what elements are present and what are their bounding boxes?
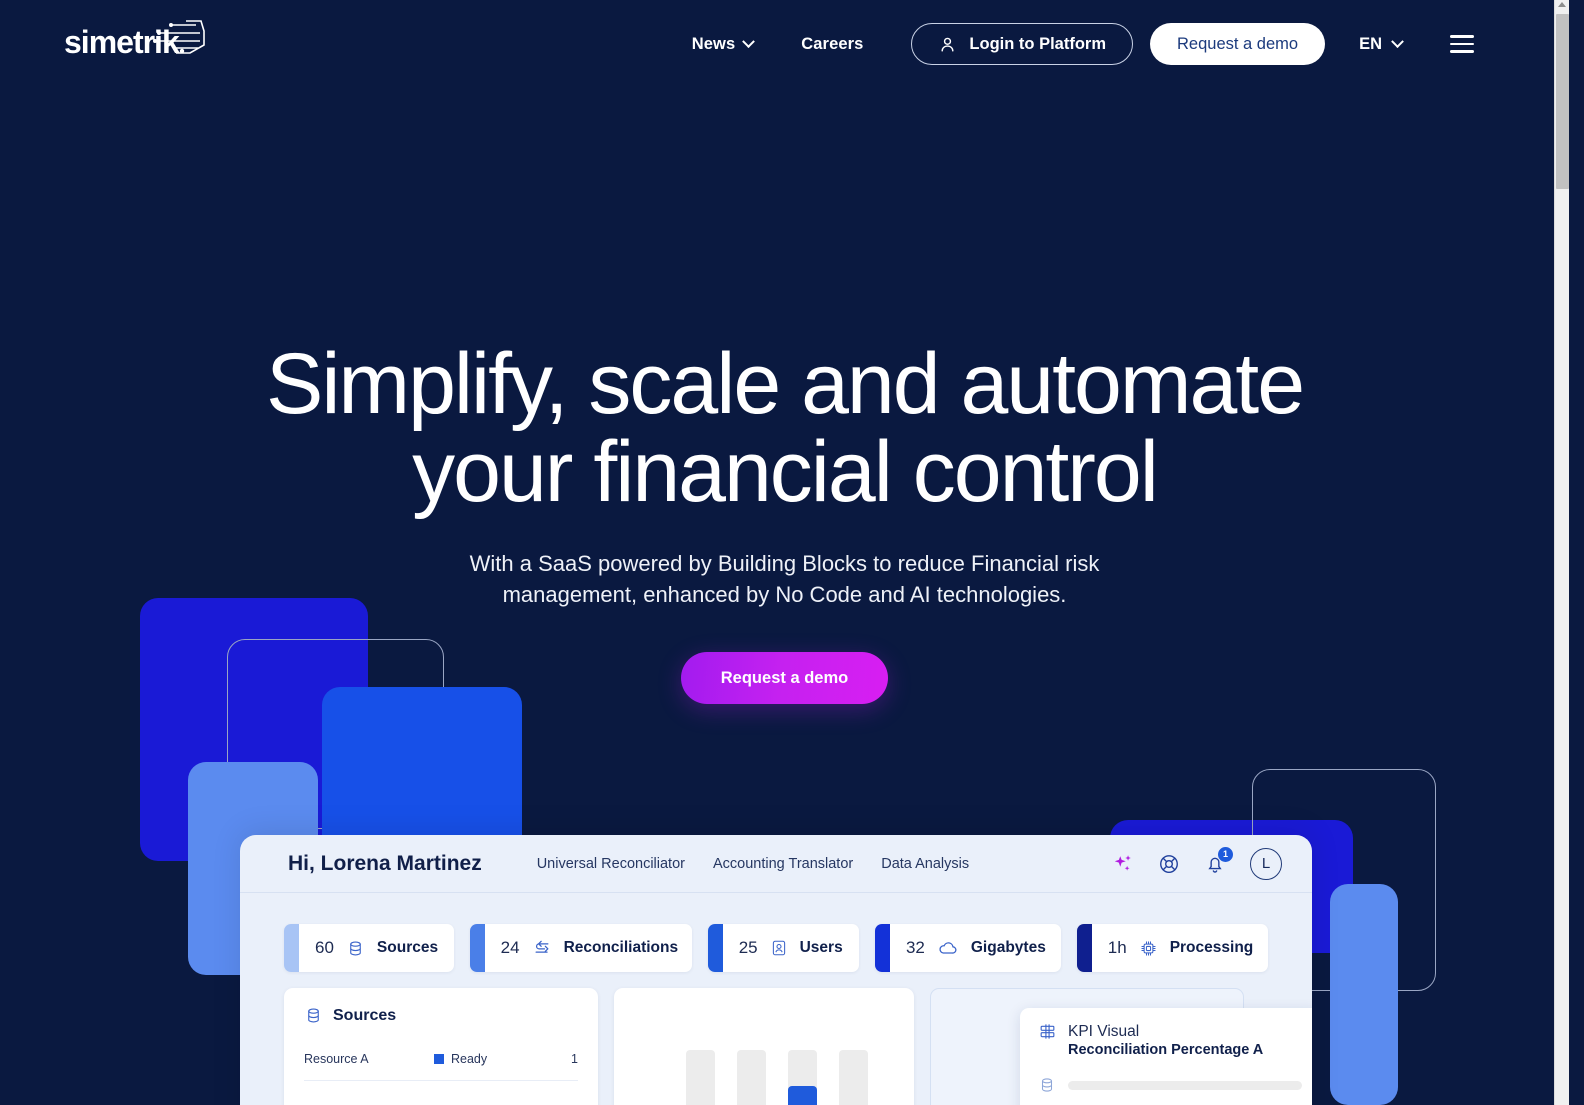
stat-reconciliations-label: Reconciliations <box>563 939 679 956</box>
stat-users-label: Users <box>799 939 843 956</box>
avatar-initial: L <box>1261 855 1271 872</box>
table-row[interactable]: Resource A Ready 1 <box>304 1052 578 1081</box>
kpi-card-container: KPI Visual Reconciliation Percentage A <box>930 988 1312 1105</box>
stat-processing[interactable]: 1h Processing <box>1076 924 1268 972</box>
bar-fill <box>788 1086 817 1105</box>
stat-users-value: 25 <box>738 938 758 957</box>
sparkle-ai-icon[interactable] <box>1112 853 1134 875</box>
database-icon <box>304 1006 323 1025</box>
hero-subtitle-line1: With a SaaS powered by Building Blocks t… <box>469 551 1100 576</box>
exchange-icon <box>532 938 552 958</box>
main-navigation: News Careers Login to Platform Request a… <box>692 0 1474 88</box>
page-viewport: simetrik News Careers Login to Platform … <box>0 0 1569 1105</box>
request-demo-hero-button[interactable]: Request a demo <box>680 652 889 704</box>
hero-title-line2: your financial control <box>412 424 1159 520</box>
request-demo-header-label: Request a demo <box>1177 34 1299 53</box>
hero-title-line1: Simplify, scale and automate <box>265 336 1305 432</box>
source-status-label: Ready <box>451 1052 488 1066</box>
status-badge: Ready <box>434 1052 548 1066</box>
stat-sources[interactable]: 60 Sources <box>284 924 454 972</box>
dashboard-tabs: Universal Reconciliator Accounting Trans… <box>537 856 969 872</box>
stat-gigabytes-label: Gigabytes <box>970 939 1046 956</box>
site-header: simetrik News Careers Login to Platform … <box>0 0 1569 88</box>
avatar[interactable]: L <box>1250 847 1282 880</box>
stat-gigabytes-value: 32 <box>905 938 925 957</box>
nav-item-news-label: News <box>691 34 736 53</box>
hero-section: Simplify, scale and automate your financ… <box>0 340 1569 704</box>
stat-accent-bar <box>284 924 299 972</box>
cpu-chip-icon <box>1139 939 1158 958</box>
stat-accent-bar <box>469 924 485 972</box>
source-name: Resource A <box>304 1052 369 1066</box>
database-icon <box>1038 1076 1056 1094</box>
chevron-down-icon <box>742 34 756 48</box>
tab-accounting-translator[interactable]: Accounting Translator <box>713 856 853 872</box>
status-dot-icon <box>434 1054 444 1064</box>
chevron-down-icon <box>1391 34 1404 48</box>
svg-text:simetrik: simetrik <box>64 24 180 60</box>
kpi-table-icon <box>1038 1022 1057 1041</box>
sources-card-title: Sources <box>333 1006 397 1024</box>
hero-subtitle: With a SaaS powered by Building Blocks t… <box>0 548 1569 610</box>
bar-chart-card <box>614 988 914 1105</box>
dashboard-cards-row: Sources Resource A Ready 1 KPI Visual Re… <box>240 972 1312 1105</box>
notification-badge: 1 <box>1218 846 1233 862</box>
login-button-label: Login to Platform <box>969 34 1106 53</box>
tab-universal-reconciliator[interactable]: Universal Reconciliator <box>537 856 685 872</box>
stat-accent-bar <box>707 924 723 972</box>
bar-track <box>788 1050 817 1105</box>
nav-item-careers[interactable]: Careers <box>801 35 863 54</box>
stat-accent-bar <box>1076 924 1092 972</box>
kpi-card-subtitle: Reconciliation Percentage A <box>1068 1042 1264 1058</box>
deco-square-light-blue-right <box>1330 884 1398 1105</box>
user-icon <box>938 35 957 54</box>
lifebuoy-help-icon[interactable] <box>1158 853 1180 875</box>
stat-sources-value: 60 <box>315 938 334 957</box>
tab-data-analysis[interactable]: Data Analysis <box>881 856 969 872</box>
request-demo-header-button[interactable]: Request a demo <box>1150 23 1326 65</box>
database-icon <box>346 939 365 958</box>
hamburger-menu-icon[interactable] <box>1450 30 1474 57</box>
bar-track <box>686 1050 715 1105</box>
dashboard-stats-strip: 60 Sources 24 Reconciliations 25 Users 3… <box>240 893 1312 972</box>
stat-reconciliations-value: 24 <box>500 938 520 957</box>
stat-processing-value: 1h <box>1107 938 1127 957</box>
sources-card: Sources Resource A Ready 1 <box>284 988 598 1105</box>
source-count: 1 <box>571 1052 578 1066</box>
bar-track <box>737 1050 766 1105</box>
request-demo-hero-label: Request a demo <box>720 668 849 687</box>
nav-item-careers-label: Careers <box>801 34 864 53</box>
page-title: Simplify, scale and automate your financ… <box>0 340 1569 516</box>
stat-accent-bar <box>874 924 890 972</box>
hero-subtitle-line2: management, enhanced by No Code and AI t… <box>502 582 1067 607</box>
kpi-visual-card: KPI Visual Reconciliation Percentage A <box>1020 1008 1312 1105</box>
nav-item-news[interactable]: News <box>691 34 756 54</box>
dashboard-header: Hi, Lorena Martinez Universal Reconcilia… <box>240 835 1312 893</box>
stat-reconciliations[interactable]: 24 Reconciliations <box>469 924 692 972</box>
bell-notification-icon[interactable]: 1 <box>1204 846 1233 875</box>
cloud-icon <box>937 937 959 959</box>
dashboard-header-icons: 1 L <box>1112 846 1282 880</box>
stat-users[interactable]: 25 Users <box>707 924 859 972</box>
kpi-card-title: KPI Visual <box>1068 1023 1140 1040</box>
simetrik-logo[interactable]: simetrik <box>64 15 205 73</box>
user-card-icon <box>770 939 788 957</box>
stat-processing-label: Processing <box>1169 939 1254 956</box>
kpi-placeholder-bar <box>1068 1080 1302 1090</box>
dashboard-greeting: Hi, Lorena Martinez <box>288 851 482 875</box>
stat-sources-label: Sources <box>376 939 439 956</box>
language-selector[interactable]: EN <box>1359 34 1404 54</box>
language-label: EN <box>1359 34 1382 53</box>
bar-chart <box>686 1030 868 1105</box>
login-to-platform-button[interactable]: Login to Platform <box>911 23 1133 65</box>
dashboard-preview: Hi, Lorena Martinez Universal Reconcilia… <box>240 835 1312 1105</box>
stat-gigabytes[interactable]: 32 Gigabytes <box>874 924 1061 972</box>
bar-track <box>839 1050 868 1105</box>
